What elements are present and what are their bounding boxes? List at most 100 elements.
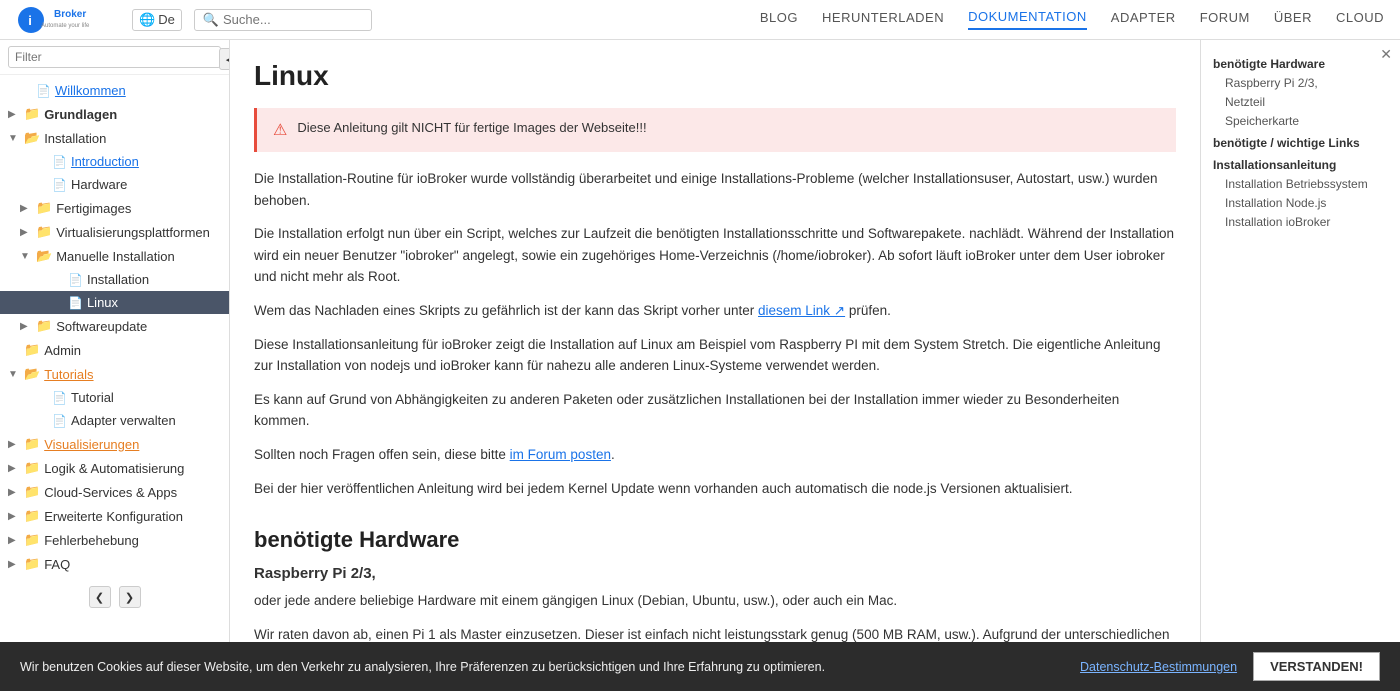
toc-item-netzteil[interactable]: Netzteil bbox=[1213, 94, 1388, 110]
sidebar-item-label: Softwareupdate bbox=[56, 319, 147, 334]
collapse-sidebar-button[interactable]: ◀ bbox=[219, 48, 230, 70]
chevron-right-icon: ▶ bbox=[8, 487, 20, 498]
paragraph-2: Die Installation erfolgt nun über ein Sc… bbox=[254, 223, 1176, 288]
sidebar-item-visualisierungen[interactable]: ▶ 📁 Visualisierungen bbox=[0, 432, 229, 456]
raspberry-desc: oder jede andere beliebige Hardware mit … bbox=[254, 590, 1176, 612]
sidebar: ◀ 📄 Willkommen ▶ 📁 Grundlagen ▼ 📂 Instal… bbox=[0, 40, 230, 691]
chevron-right-icon: ▶ bbox=[8, 559, 20, 570]
search-icon: 🔍 bbox=[203, 12, 219, 28]
chevron-down-icon: ▼ bbox=[20, 251, 32, 262]
search-box[interactable]: 🔍 bbox=[194, 9, 372, 31]
sidebar-item-fertigimages[interactable]: ▶ 📁 Fertigimages bbox=[0, 196, 229, 220]
sidebar-item-installation-sub[interactable]: 📄 Installation bbox=[0, 268, 229, 291]
section-hardware-title: benötigte Hardware bbox=[254, 519, 1176, 553]
cookie-privacy-link[interactable]: Datenschutz-Bestimmungen bbox=[1080, 660, 1237, 674]
sidebar-item-label: Tutorial bbox=[71, 390, 114, 405]
nav-cloud[interactable]: CLOUD bbox=[1336, 10, 1384, 29]
scroll-left-button[interactable]: ❮ bbox=[89, 586, 111, 608]
sidebar-item-logik[interactable]: ▶ 📁 Logik & Automatisierung bbox=[0, 456, 229, 480]
toc-item-speicherkarte[interactable]: Speicherkarte bbox=[1213, 113, 1388, 129]
sidebar-item-label: Introduction bbox=[71, 154, 139, 169]
folder-icon: 📁 bbox=[24, 508, 40, 524]
toc-item-betriebssystem[interactable]: Installation Betriebssystem bbox=[1213, 176, 1388, 192]
chevron-right-icon: ▶ bbox=[8, 463, 20, 474]
toc-item-links[interactable]: benötigte / wichtige Links bbox=[1213, 135, 1388, 151]
paragraph-3: Wem das Nachladen eines Skripts zu gefäh… bbox=[254, 300, 1176, 322]
nav-adapter[interactable]: ADAPTER bbox=[1111, 10, 1176, 29]
sidebar-item-grundlagen[interactable]: ▶ 📁 Grundlagen bbox=[0, 102, 229, 126]
folder-icon: 📁 bbox=[24, 484, 40, 500]
svg-text:Automate your life: Automate your life bbox=[41, 23, 90, 29]
file-icon: 📄 bbox=[52, 178, 67, 192]
sidebar-item-hardware[interactable]: 📄 Hardware bbox=[0, 173, 229, 196]
sidebar-item-softwareupdate[interactable]: ▶ 📁 Softwareupdate bbox=[0, 314, 229, 338]
sub-raspberry-title: Raspberry Pi 2/3, bbox=[254, 565, 1176, 582]
file-icon: 📄 bbox=[52, 391, 67, 405]
sidebar-item-erweiterte-konfiguration[interactable]: ▶ 📁 Erweiterte Konfiguration bbox=[0, 504, 229, 528]
toc-item-raspberry[interactable]: Raspberry Pi 2/3, bbox=[1213, 75, 1388, 91]
sidebar-item-label: Installation bbox=[87, 272, 149, 287]
chevron-right-icon: ▶ bbox=[20, 203, 32, 214]
nav-blog[interactable]: BLOG bbox=[760, 10, 798, 29]
sidebar-item-label: Adapter verwalten bbox=[71, 413, 176, 428]
warning-text: Diese Anleitung gilt NICHT für fertige I… bbox=[297, 120, 646, 135]
chevron-down-icon: ▼ bbox=[8, 369, 20, 380]
sidebar-item-label: Erweiterte Konfiguration bbox=[44, 509, 183, 524]
toc-item-iobroker[interactable]: Installation ioBroker bbox=[1213, 214, 1388, 230]
paragraph-6: Sollten noch Fragen offen sein, diese bi… bbox=[254, 444, 1176, 466]
sidebar-item-tutorials[interactable]: ▼ 📂 Tutorials bbox=[0, 362, 229, 386]
toc-item-hardware[interactable]: benötigte Hardware bbox=[1213, 56, 1388, 72]
sidebar-item-label: Admin bbox=[44, 343, 81, 358]
sidebar-item-tutorial[interactable]: 📄 Tutorial bbox=[0, 386, 229, 409]
folder-open-icon: 📂 bbox=[36, 248, 52, 264]
sidebar-item-manuelle-installation[interactable]: ▼ 📂 Manuelle Installation bbox=[0, 244, 229, 268]
sidebar-item-label: Fehlerbehebung bbox=[44, 533, 139, 548]
main-layout: ◀ 📄 Willkommen ▶ 📁 Grundlagen ▼ 📂 Instal… bbox=[0, 40, 1400, 691]
search-input[interactable] bbox=[223, 12, 363, 27]
file-icon: 📄 bbox=[68, 296, 83, 310]
nav-herunterladen[interactable]: HERUNTERLADEN bbox=[822, 10, 944, 29]
cookie-accept-button[interactable]: VERSTANDEN! bbox=[1253, 652, 1380, 681]
paragraph-5: Es kann auf Grund von Abhängigkeiten zu … bbox=[254, 389, 1176, 432]
paragraph-7: Bei der hier veröffentlichen Anleitung w… bbox=[254, 478, 1176, 500]
folder-icon: 📁 bbox=[24, 106, 40, 122]
folder-open-icon: 📂 bbox=[24, 366, 40, 382]
link-script[interactable]: diesem Link ↗ bbox=[758, 303, 845, 318]
sidebar-filter-area[interactable] bbox=[0, 40, 229, 75]
sidebar-item-fehlerbehebung[interactable]: ▶ 📁 Fehlerbehebung bbox=[0, 528, 229, 552]
warning-icon: ⚠ bbox=[273, 120, 287, 140]
nav-dokumentation[interactable]: DOKUMENTATION bbox=[968, 9, 1087, 30]
sidebar-item-adapter-verwalten[interactable]: 📄 Adapter verwalten bbox=[0, 409, 229, 432]
chevron-right-icon: ▶ bbox=[8, 535, 20, 546]
top-navigation: i Broker Automate your life 🌐 De 🔍 BLOG … bbox=[0, 0, 1400, 40]
link-forum[interactable]: im Forum posten bbox=[510, 447, 611, 462]
nav-forum[interactable]: FORUM bbox=[1200, 10, 1250, 29]
file-icon: 📄 bbox=[68, 273, 83, 287]
globe-icon: 🌐 bbox=[139, 12, 155, 28]
language-button[interactable]: 🌐 De bbox=[132, 9, 182, 31]
nav-ueber[interactable]: ÜBER bbox=[1274, 10, 1312, 29]
sidebar-item-willkommen[interactable]: 📄 Willkommen bbox=[0, 79, 229, 102]
sidebar-item-linux[interactable]: 📄 Linux bbox=[0, 291, 229, 314]
logo-area: i Broker Automate your life bbox=[16, 5, 116, 35]
chevron-right-icon: ▶ bbox=[8, 439, 20, 450]
sidebar-item-label: Manuelle Installation bbox=[56, 249, 175, 264]
sidebar-item-faq[interactable]: ▶ 📁 FAQ bbox=[0, 552, 229, 576]
sidebar-item-admin[interactable]: 📁 Admin bbox=[0, 338, 229, 362]
sidebar-item-cloud[interactable]: ▶ 📁 Cloud-Services & Apps bbox=[0, 480, 229, 504]
sidebar-item-installation[interactable]: ▼ 📂 Installation bbox=[0, 126, 229, 150]
filter-input[interactable] bbox=[8, 46, 221, 68]
folder-icon: 📁 bbox=[24, 556, 40, 572]
chevron-down-icon: ▼ bbox=[8, 133, 20, 144]
file-icon: 📄 bbox=[52, 155, 67, 169]
sidebar-item-virtualisierung[interactable]: ▶ 📁 Virtualisierungsplattformen bbox=[0, 220, 229, 244]
cookie-text: Wir benutzen Cookies auf dieser Website,… bbox=[20, 660, 1064, 674]
warning-box: ⚠ Diese Anleitung gilt NICHT für fertige… bbox=[254, 108, 1176, 152]
sidebar-item-label: Tutorials bbox=[44, 367, 93, 382]
sidebar-item-introduction[interactable]: 📄 Introduction bbox=[0, 150, 229, 173]
close-toc-button[interactable]: ✕ bbox=[1380, 46, 1392, 63]
folder-icon: 📁 bbox=[24, 460, 40, 476]
toc-item-installationsanleitung[interactable]: Installationsanleitung bbox=[1213, 157, 1388, 173]
scroll-right-button[interactable]: ❯ bbox=[119, 586, 141, 608]
toc-item-nodejs[interactable]: Installation Node.js bbox=[1213, 195, 1388, 211]
